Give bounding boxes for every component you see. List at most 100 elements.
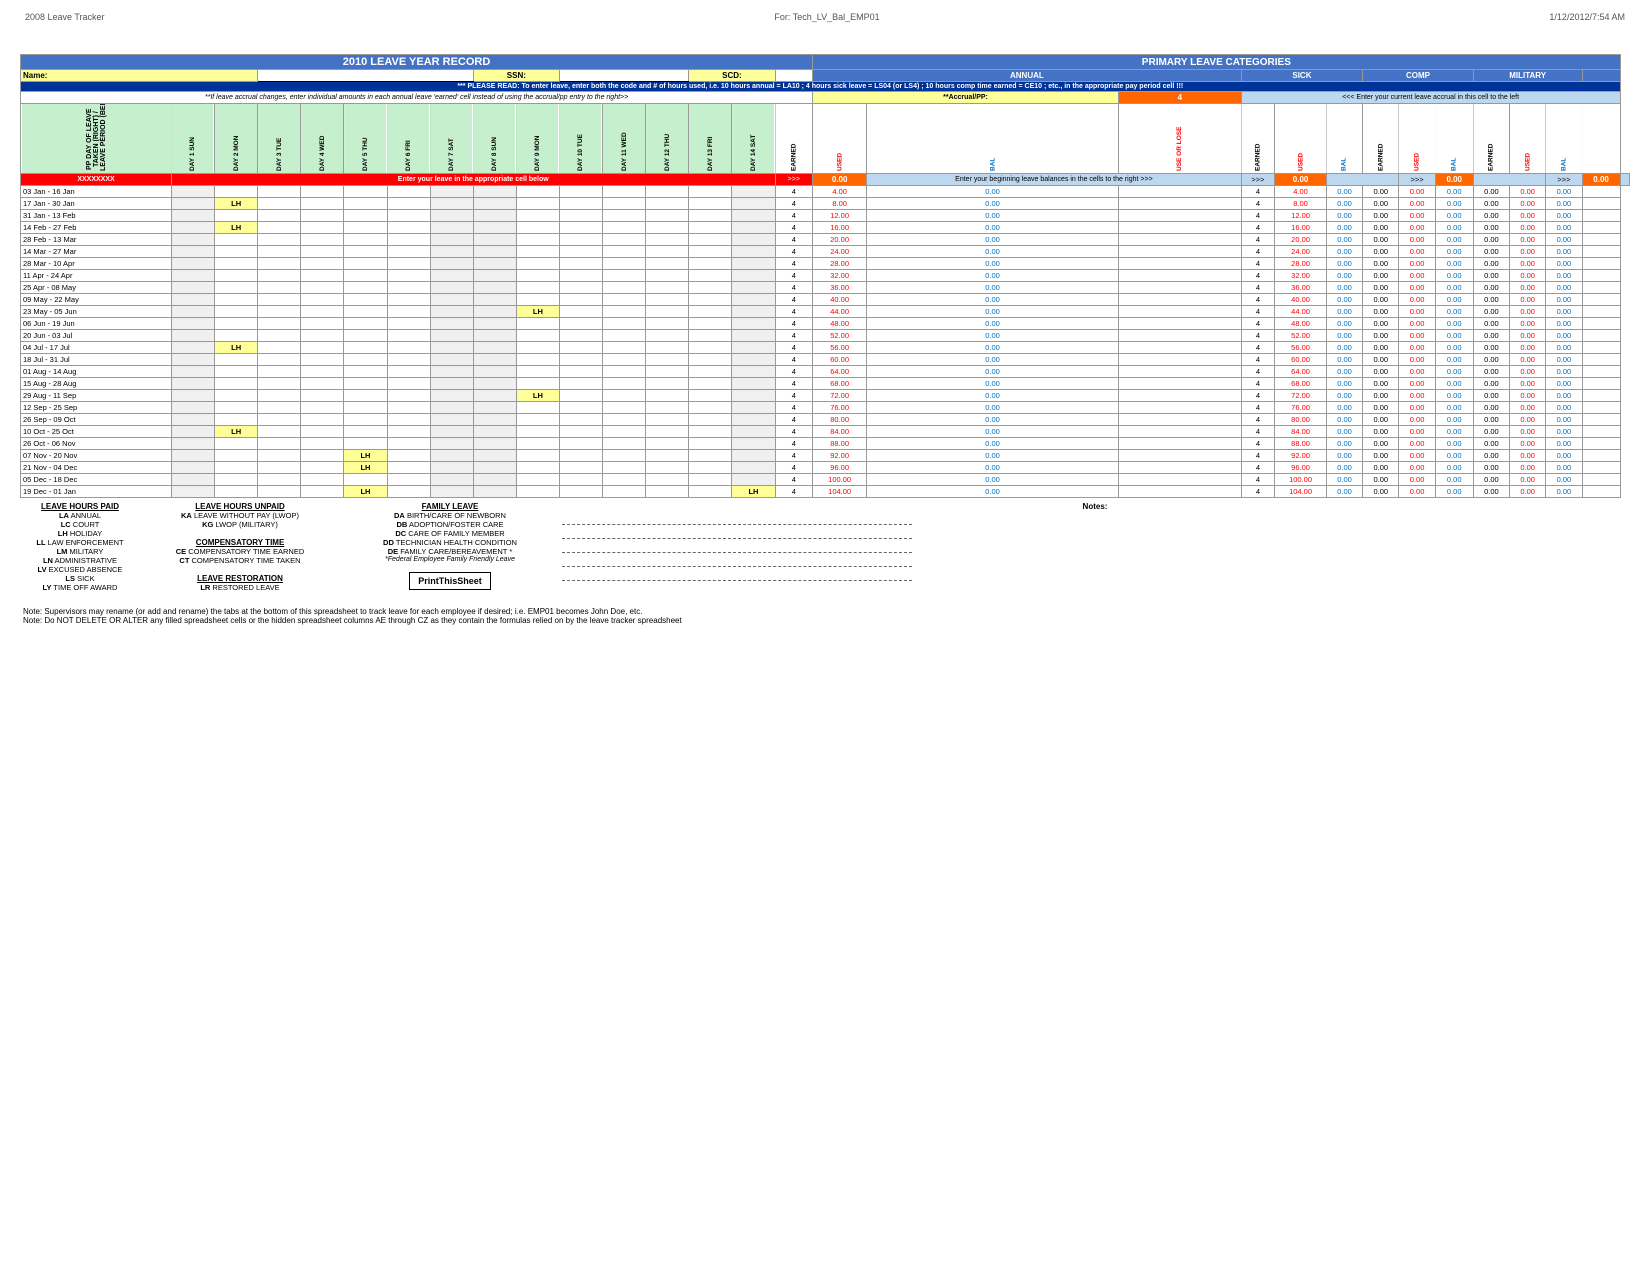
- day-cell-6[interactable]: [387, 486, 430, 498]
- day-cell-9[interactable]: [516, 462, 559, 474]
- day-cell-4[interactable]: [301, 222, 344, 234]
- day-cell-13[interactable]: [689, 282, 732, 294]
- day-cell-14[interactable]: [732, 474, 775, 486]
- day-cell-9[interactable]: LH: [516, 306, 559, 318]
- day-cell-14[interactable]: LH: [732, 486, 775, 498]
- day-cell-2[interactable]: [215, 210, 258, 222]
- day-cell-8[interactable]: [473, 378, 516, 390]
- day-cell-14[interactable]: [732, 438, 775, 450]
- day-cell-3[interactable]: [258, 258, 301, 270]
- day-cell-12[interactable]: [646, 486, 689, 498]
- day-cell-5[interactable]: [344, 222, 387, 234]
- day-cell-14[interactable]: [732, 378, 775, 390]
- day-cell-5[interactable]: LH: [344, 486, 387, 498]
- day-cell-11[interactable]: [603, 210, 646, 222]
- day-cell-3[interactable]: [258, 222, 301, 234]
- day-cell-4[interactable]: [301, 198, 344, 210]
- day-cell-13[interactable]: [689, 330, 732, 342]
- day-cell-13[interactable]: [689, 210, 732, 222]
- day-cell-5[interactable]: [344, 294, 387, 306]
- day-cell-3[interactable]: [258, 282, 301, 294]
- day-cell-5[interactable]: [344, 198, 387, 210]
- day-cell-8[interactable]: [473, 342, 516, 354]
- day-cell-8[interactable]: [473, 354, 516, 366]
- day-cell-8[interactable]: [473, 330, 516, 342]
- day-cell-3[interactable]: [258, 234, 301, 246]
- day-cell-7[interactable]: [430, 378, 473, 390]
- day-cell-4[interactable]: [301, 366, 344, 378]
- day-cell-1[interactable]: [171, 210, 214, 222]
- day-cell-2[interactable]: [215, 270, 258, 282]
- day-cell-4[interactable]: [301, 462, 344, 474]
- day-cell-13[interactable]: [689, 402, 732, 414]
- day-cell-4[interactable]: [301, 210, 344, 222]
- day-cell-3[interactable]: [258, 198, 301, 210]
- day-cell-5[interactable]: [344, 342, 387, 354]
- day-cell-3[interactable]: [258, 474, 301, 486]
- day-cell-9[interactable]: [516, 342, 559, 354]
- day-cell-11[interactable]: [603, 222, 646, 234]
- day-cell-13[interactable]: [689, 438, 732, 450]
- day-cell-4[interactable]: [301, 270, 344, 282]
- day-cell-2[interactable]: [215, 438, 258, 450]
- day-cell-1[interactable]: [171, 486, 214, 498]
- day-cell-1[interactable]: [171, 438, 214, 450]
- scd-input[interactable]: [775, 70, 813, 82]
- day-cell-5[interactable]: [344, 330, 387, 342]
- day-cell-11[interactable]: [603, 474, 646, 486]
- day-cell-8[interactable]: [473, 198, 516, 210]
- day-cell-13[interactable]: [689, 486, 732, 498]
- day-cell-8[interactable]: [473, 222, 516, 234]
- day-cell-13[interactable]: [689, 222, 732, 234]
- day-cell-1[interactable]: [171, 426, 214, 438]
- day-cell-11[interactable]: [603, 306, 646, 318]
- day-cell-6[interactable]: [387, 450, 430, 462]
- day-cell-6[interactable]: [387, 210, 430, 222]
- day-cell-9[interactable]: [516, 318, 559, 330]
- day-cell-13[interactable]: [689, 306, 732, 318]
- day-cell-7[interactable]: [430, 186, 473, 198]
- day-cell-3[interactable]: [258, 378, 301, 390]
- day-cell-4[interactable]: [301, 474, 344, 486]
- day-cell-14[interactable]: [732, 366, 775, 378]
- day-cell-5[interactable]: [344, 270, 387, 282]
- day-cell-12[interactable]: [646, 282, 689, 294]
- day-cell-6[interactable]: [387, 186, 430, 198]
- day-cell-5[interactable]: [344, 258, 387, 270]
- day-cell-9[interactable]: [516, 438, 559, 450]
- day-cell-7[interactable]: [430, 426, 473, 438]
- day-cell-4[interactable]: [301, 402, 344, 414]
- day-cell-10[interactable]: [559, 402, 602, 414]
- day-cell-14[interactable]: [732, 222, 775, 234]
- day-cell-1[interactable]: [171, 294, 214, 306]
- day-cell-9[interactable]: [516, 222, 559, 234]
- day-cell-12[interactable]: [646, 390, 689, 402]
- day-cell-14[interactable]: [732, 342, 775, 354]
- day-cell-11[interactable]: [603, 414, 646, 426]
- day-cell-3[interactable]: [258, 330, 301, 342]
- day-cell-4[interactable]: [301, 294, 344, 306]
- day-cell-13[interactable]: [689, 234, 732, 246]
- day-cell-11[interactable]: [603, 390, 646, 402]
- day-cell-11[interactable]: [603, 450, 646, 462]
- day-cell-1[interactable]: [171, 330, 214, 342]
- day-cell-11[interactable]: [603, 234, 646, 246]
- day-cell-11[interactable]: [603, 426, 646, 438]
- day-cell-11[interactable]: [603, 354, 646, 366]
- day-cell-13[interactable]: [689, 474, 732, 486]
- day-cell-2[interactable]: [215, 366, 258, 378]
- day-cell-14[interactable]: [732, 450, 775, 462]
- day-cell-11[interactable]: [603, 366, 646, 378]
- day-cell-3[interactable]: [258, 450, 301, 462]
- day-cell-7[interactable]: [430, 330, 473, 342]
- day-cell-1[interactable]: [171, 246, 214, 258]
- day-cell-11[interactable]: [603, 462, 646, 474]
- day-cell-14[interactable]: [732, 210, 775, 222]
- day-cell-5[interactable]: [344, 306, 387, 318]
- day-cell-8[interactable]: [473, 450, 516, 462]
- day-cell-1[interactable]: [171, 282, 214, 294]
- day-cell-5[interactable]: [344, 378, 387, 390]
- day-cell-13[interactable]: [689, 354, 732, 366]
- day-cell-9[interactable]: [516, 210, 559, 222]
- day-cell-5[interactable]: [344, 234, 387, 246]
